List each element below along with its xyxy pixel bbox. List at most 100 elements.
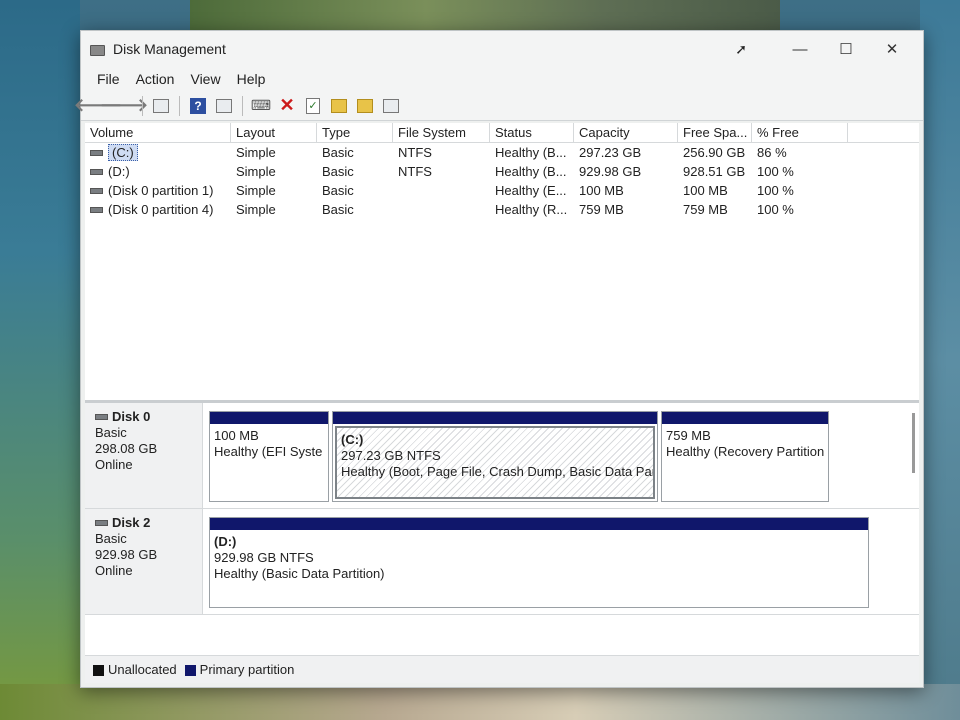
disk-2-row: Disk 2 Basic 929.98 GB Online (D:) 929.9… bbox=[85, 509, 919, 615]
column-percent-free[interactable]: % Free bbox=[752, 123, 848, 142]
toolbar-separator bbox=[179, 95, 180, 116]
menu-action[interactable]: Action bbox=[128, 71, 183, 87]
table-row[interactable]: (D:) Simple Basic NTFS Healthy (B... 929… bbox=[85, 162, 919, 181]
partition-c[interactable]: (C:) 297.23 GB NTFS Healthy (Boot, Page … bbox=[332, 411, 658, 502]
menu-bar: File Action View Help bbox=[81, 67, 923, 91]
disk-management-window: Disk Management ➚ — ☐ ✕ File Action View… bbox=[74, 30, 924, 688]
partition-status: Healthy (Basic Data Partition) bbox=[214, 566, 385, 581]
primary-partition-swatch bbox=[184, 665, 196, 677]
menu-file[interactable]: File bbox=[89, 71, 128, 87]
toolbar-separator bbox=[142, 95, 143, 116]
partition-d[interactable]: (D:) 929.98 GB NTFS Healthy (Basic Data … bbox=[209, 517, 869, 608]
volume-file-system: NTFS bbox=[398, 145, 432, 160]
disk-icon bbox=[95, 414, 108, 420]
partition-efi[interactable]: 100 MB Healthy (EFI Syste bbox=[209, 411, 329, 502]
partition-size: 100 MB bbox=[214, 428, 259, 443]
properties-icon[interactable] bbox=[213, 95, 235, 117]
volume-name: (D:) bbox=[108, 164, 130, 179]
drive-icon bbox=[90, 206, 103, 213]
column-volume[interactable]: Volume bbox=[85, 123, 231, 142]
console-tree-icon[interactable] bbox=[150, 95, 172, 117]
disk-type: Basic bbox=[95, 531, 127, 546]
partition-status: Healthy (Boot, Page File, Crash Dump, Ba… bbox=[341, 464, 655, 479]
volume-percent-free: 100 % bbox=[757, 183, 794, 198]
volume-capacity: 297.23 GB bbox=[579, 145, 642, 160]
volume-name: (Disk 0 partition 4) bbox=[108, 202, 214, 217]
partition-title: (D:) bbox=[214, 534, 237, 549]
window-title: Disk Management bbox=[113, 41, 226, 57]
legend: Unallocated Primary partition bbox=[85, 655, 919, 683]
toolbar: 🡐 🡒 ? ⌨ ✕ ✓ bbox=[74, 91, 923, 121]
partition-size: 929.98 GB NTFS bbox=[214, 550, 314, 565]
disk-state: Online bbox=[95, 563, 133, 578]
disk-2-info[interactable]: Disk 2 Basic 929.98 GB Online bbox=[85, 509, 203, 614]
partition-title: (C:) bbox=[341, 432, 364, 447]
minimize-button[interactable]: — bbox=[777, 34, 823, 64]
column-free-space[interactable]: Free Spa... bbox=[678, 123, 752, 142]
legend-primary-partition: Primary partition bbox=[184, 662, 294, 677]
column-file-system[interactable]: File System bbox=[393, 123, 490, 142]
drive-icon bbox=[90, 149, 103, 156]
drive-icon bbox=[90, 187, 103, 194]
volume-layout: Simple bbox=[236, 164, 276, 179]
mouse-pointer-icon: ➚ bbox=[735, 40, 747, 57]
volume-list-header: Volume Layout Type File System Status Ca… bbox=[85, 123, 919, 143]
desktop-wallpaper-left bbox=[0, 0, 80, 720]
volume-type: Basic bbox=[322, 202, 354, 217]
disk-0-info[interactable]: Disk 0 Basic 298.08 GB Online bbox=[85, 403, 203, 508]
connect-icon[interactable]: ⌨ bbox=[250, 95, 272, 117]
volume-name: (Disk 0 partition 1) bbox=[108, 183, 214, 198]
volume-percent-free: 100 % bbox=[757, 202, 794, 217]
disk-size: 929.98 GB bbox=[95, 547, 158, 562]
disk-name: Disk 0 bbox=[112, 409, 151, 424]
table-row[interactable]: (C:) Simple Basic NTFS Healthy (B... 297… bbox=[85, 143, 919, 162]
volume-status: Healthy (E... bbox=[495, 183, 567, 198]
drive-icon bbox=[90, 168, 103, 175]
desktop-wallpaper-bottom bbox=[0, 684, 960, 720]
volume-name: (C:) bbox=[108, 144, 138, 161]
partition-recovery[interactable]: 759 MB Healthy (Recovery Partition bbox=[661, 411, 829, 502]
volume-list[interactable]: Volume Layout Type File System Status Ca… bbox=[85, 123, 919, 403]
disk-name: Disk 2 bbox=[112, 515, 151, 530]
disk-graphical-view: Disk 0 Basic 298.08 GB Online 100 MB Hea… bbox=[85, 403, 919, 683]
legend-unallocated: Unallocated bbox=[93, 662, 177, 677]
toolbar-separator bbox=[242, 95, 243, 116]
volume-capacity: 929.98 GB bbox=[579, 164, 642, 179]
close-button[interactable]: ✕ bbox=[869, 34, 915, 64]
column-capacity[interactable]: Capacity bbox=[574, 123, 678, 142]
volume-percent-free: 100 % bbox=[757, 164, 794, 179]
disk-type: Basic bbox=[95, 425, 127, 440]
partition-size: 297.23 GB NTFS bbox=[341, 448, 441, 463]
folder-icon[interactable] bbox=[328, 95, 350, 117]
volume-free-space: 100 MB bbox=[683, 183, 728, 198]
volume-layout: Simple bbox=[236, 145, 276, 160]
column-status[interactable]: Status bbox=[490, 123, 574, 142]
column-type[interactable]: Type bbox=[317, 123, 393, 142]
title-bar[interactable]: Disk Management ➚ — ☐ ✕ bbox=[81, 31, 923, 67]
table-row[interactable]: (Disk 0 partition 1) Simple Basic Health… bbox=[85, 181, 919, 200]
column-layout[interactable]: Layout bbox=[231, 123, 317, 142]
volume-percent-free: 86 % bbox=[757, 145, 787, 160]
volume-layout: Simple bbox=[236, 202, 276, 217]
menu-view[interactable]: View bbox=[182, 71, 228, 87]
table-row[interactable]: (Disk 0 partition 4) Simple Basic Health… bbox=[85, 200, 919, 219]
volume-free-space: 759 MB bbox=[683, 202, 728, 217]
menu-help[interactable]: Help bbox=[229, 71, 274, 87]
list-view-icon[interactable] bbox=[380, 95, 402, 117]
partition-size: 759 MB bbox=[666, 428, 711, 443]
volume-file-system: NTFS bbox=[398, 164, 432, 179]
disk-icon bbox=[95, 520, 108, 526]
maximize-button[interactable]: ☐ bbox=[823, 34, 869, 64]
delete-icon[interactable]: ✕ bbox=[276, 95, 298, 117]
help-icon[interactable]: ? bbox=[187, 95, 209, 117]
search-folder-icon[interactable] bbox=[354, 95, 376, 117]
disk-0-row: Disk 0 Basic 298.08 GB Online 100 MB Hea… bbox=[85, 403, 919, 509]
disk-state: Online bbox=[95, 457, 133, 472]
volume-type: Basic bbox=[322, 145, 354, 160]
volume-type: Basic bbox=[322, 164, 354, 179]
volume-status: Healthy (R... bbox=[495, 202, 568, 217]
check-icon[interactable]: ✓ bbox=[302, 95, 324, 117]
forward-arrow-icon[interactable]: 🡒 bbox=[100, 95, 148, 117]
scrollbar[interactable] bbox=[912, 413, 915, 473]
volume-layout: Simple bbox=[236, 183, 276, 198]
